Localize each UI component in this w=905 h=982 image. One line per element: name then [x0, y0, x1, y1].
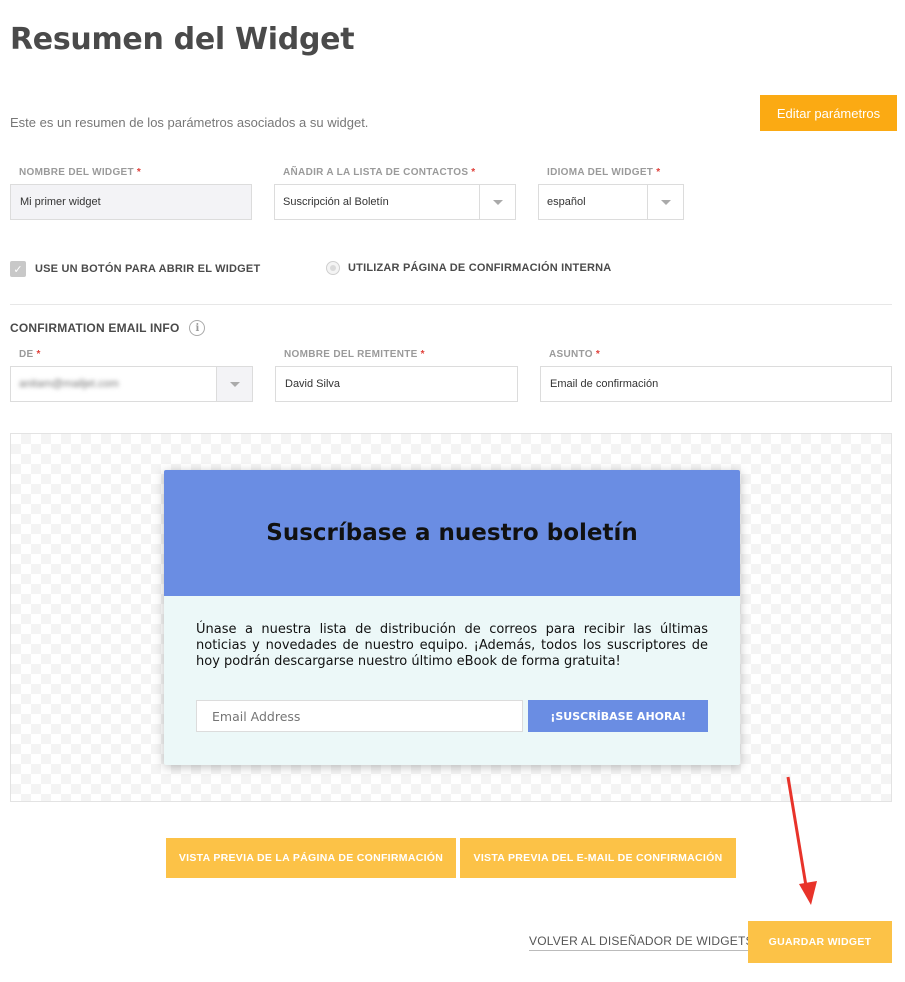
- sender-name-label: NOMBRE DEL REMITENTE *: [284, 349, 425, 360]
- chevron-down-icon[interactable]: [647, 185, 683, 219]
- internal-confirmation-option[interactable]: UTILIZAR PÁGINA DE CONFIRMACIÓN INTERNA: [326, 261, 611, 275]
- page-intro: Este es un resumen de los parámetros aso…: [10, 115, 369, 130]
- use-button-label: USE UN BOTÓN PARA ABRIR EL WIDGET: [35, 263, 261, 275]
- section-divider: [10, 304, 892, 305]
- checkmark-icon: ✓: [13, 263, 23, 276]
- confirmation-email-title: CONFIRMATION EMAIL INFO i: [10, 320, 206, 336]
- sender-name-value: David Silva: [285, 378, 341, 390]
- info-icon[interactable]: i: [189, 320, 206, 336]
- contact-list-label: AÑADIR A LA LISTA DE CONTACTOS *: [283, 167, 476, 178]
- subscribe-button[interactable]: ¡SUSCRÍBASE AHORA!: [528, 700, 708, 732]
- widget-name-label: NOMBRE DEL WIDGET *: [19, 167, 142, 178]
- page-title: Resumen del Widget: [10, 22, 355, 57]
- back-to-designer-link[interactable]: VOLVER AL DISEÑADOR DE WIDGETS: [529, 934, 754, 951]
- use-button-option[interactable]: ✓ USE UN BOTÓN PARA ABRIR EL WIDGET: [10, 261, 260, 277]
- widget-header: Suscríbase a nuestro boletín: [164, 470, 740, 596]
- widget-name-value: Mi primer widget: [20, 196, 101, 208]
- from-label: DE *: [19, 349, 41, 360]
- from-value: anitam@mailjet.com: [19, 378, 119, 390]
- language-select[interactable]: español: [538, 184, 684, 220]
- contact-list-select[interactable]: Suscripción al Boletín: [274, 184, 516, 220]
- subject-label: ASUNTO *: [549, 349, 601, 360]
- save-widget-button[interactable]: GUARDAR WIDGET: [748, 921, 892, 963]
- edit-parameters-button[interactable]: Editar parámetros: [760, 95, 897, 131]
- contact-list-value: Suscripción al Boletín: [283, 196, 389, 208]
- preview-confirmation-page-button[interactable]: VISTA PREVIA DE LA PÁGINA DE CONFIRMACIÓ…: [166, 838, 456, 878]
- use-button-checkbox[interactable]: ✓: [10, 261, 26, 277]
- internal-confirmation-radio[interactable]: [326, 261, 340, 275]
- preview-confirmation-email-button[interactable]: VISTA PREVIA DEL E-MAIL DE CONFIRMACIÓN: [460, 838, 736, 878]
- widget-email-input[interactable]: [196, 700, 524, 732]
- language-label: IDIOMA DEL WIDGET *: [547, 167, 661, 178]
- sender-name-field[interactable]: David Silva: [275, 366, 518, 402]
- subject-field[interactable]: Email de confirmación: [540, 366, 892, 402]
- subject-value: Email de confirmación: [550, 378, 659, 390]
- widget-form: ¡SUSCRÍBASE AHORA!: [196, 700, 708, 732]
- widget-preview-area: Suscríbase a nuestro boletín Únase a nue…: [10, 433, 892, 802]
- widget-body: Únase a nuestra lista de distribución de…: [164, 596, 740, 732]
- internal-confirmation-label: UTILIZAR PÁGINA DE CONFIRMACIÓN INTERNA: [348, 262, 612, 274]
- chevron-down-icon[interactable]: [479, 185, 515, 219]
- language-value: español: [547, 196, 586, 208]
- from-select[interactable]: anitam@mailjet.com: [10, 366, 253, 402]
- widget-name-field[interactable]: Mi primer widget: [10, 184, 252, 220]
- widget-description: Únase a nuestra lista de distribución de…: [196, 622, 708, 669]
- widget-preview: Suscríbase a nuestro boletín Únase a nue…: [164, 470, 740, 765]
- widget-title: Suscríbase a nuestro boletín: [266, 520, 638, 546]
- chevron-down-icon[interactable]: [216, 367, 252, 401]
